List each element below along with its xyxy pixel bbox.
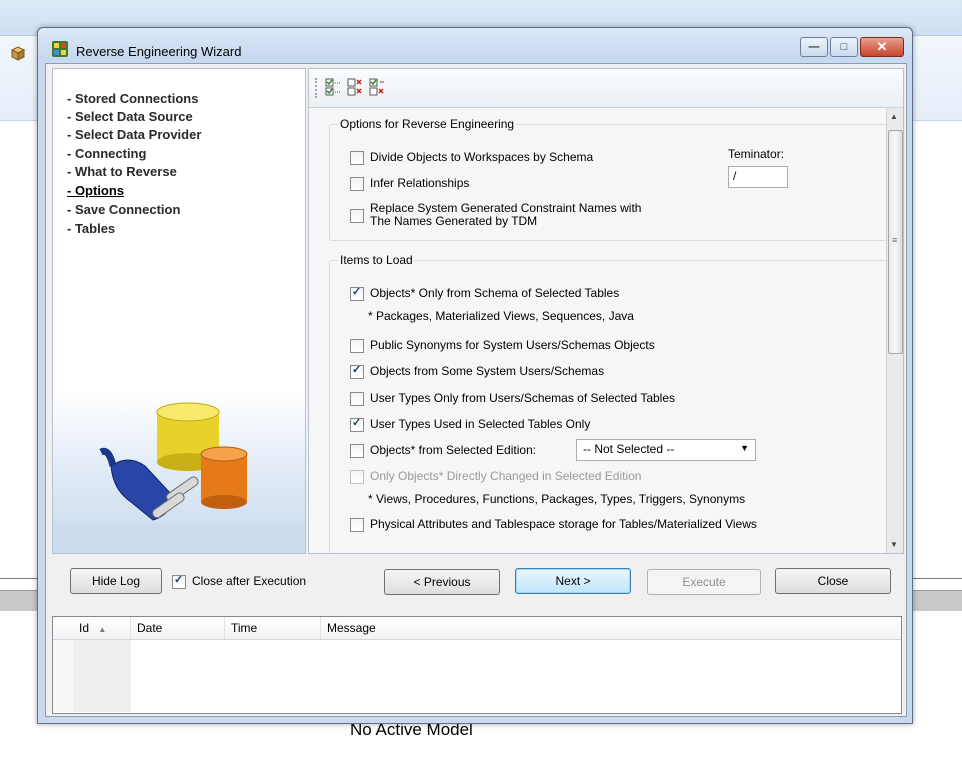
check-all-icon[interactable] <box>325 78 341 96</box>
user-types-only-box[interactable] <box>350 392 364 406</box>
log-col-id-label: Id <box>79 621 90 635</box>
items-group-label: Items to Load <box>338 253 415 267</box>
cube-icon[interactable] <box>8 44 28 62</box>
terminator-label: Teminator: <box>728 147 785 161</box>
objects-edition-box[interactable] <box>350 444 364 458</box>
chevron-down-icon: ▼ <box>740 443 749 453</box>
scroll-up-icon[interactable]: ▲ <box>890 112 898 121</box>
edition-select-value: -- Not Selected -- <box>583 442 675 456</box>
infer-relationships-label: Infer Relationships <box>370 176 470 190</box>
replace-names-label: Replace System Generated Constraint Name… <box>370 202 641 228</box>
log-id-column <box>73 640 131 712</box>
close-after-execution-checkbox[interactable]: Close after Execution <box>172 574 307 589</box>
scroll-down-icon[interactable]: ▼ <box>890 540 898 549</box>
user-types-used-checkbox[interactable]: User Types Used in Selected Tables Only <box>350 417 591 432</box>
objects-schema-label: Objects* Only from Schema of Selected Ta… <box>370 286 620 300</box>
log-col-date[interactable]: Date <box>131 617 225 639</box>
objects-system-checkbox[interactable]: Objects from Some System Users/Schemas <box>350 364 605 379</box>
options-group: Options for Reverse Engineering Divide O… <box>329 117 887 241</box>
wizard-steps-panel: - Stored Connections - Select Data Sourc… <box>52 68 306 554</box>
close-after-execution-label: Close after Execution <box>192 574 307 588</box>
options-group-label: Options for Reverse Engineering <box>338 117 517 131</box>
user-types-only-checkbox[interactable]: User Types Only from Users/Schemas of Se… <box>350 392 675 406</box>
dialog-titlebar[interactable]: Reverse Engineering Wizard — □ ✕ <box>38 28 912 60</box>
objects-edition-checkbox[interactable]: Objects* from Selected Edition: <box>350 444 536 458</box>
close-button[interactable]: Close <box>775 568 891 594</box>
hide-log-button[interactable]: Hide Log <box>70 568 162 594</box>
edition-note: * Views, Procedures, Functions, Packages… <box>368 492 746 506</box>
public-synonyms-label: Public Synonyms for System Users/Schemas… <box>370 338 655 352</box>
public-synonyms-box[interactable] <box>350 339 364 353</box>
uncheck-all-icon[interactable] <box>347 78 363 96</box>
objects-system-label: Objects from Some System Users/Schemas <box>370 364 605 378</box>
log-row-header <box>53 640 73 712</box>
log-col-time[interactable]: Time <box>225 617 321 639</box>
infer-relationships-checkbox[interactable]: Infer Relationships <box>350 177 469 191</box>
log-col-message[interactable]: Message <box>321 617 901 639</box>
wizard-app-icon <box>52 41 68 57</box>
objects-edition-label: Objects* from Selected Edition: <box>370 443 537 457</box>
objects-system-box[interactable] <box>350 364 364 379</box>
scroll-thumb[interactable]: ≡ <box>888 130 903 354</box>
infer-relationships-box[interactable] <box>350 177 364 191</box>
close-icon: ✕ <box>876 39 888 54</box>
terminator-input[interactable]: / <box>728 166 788 188</box>
user-types-only-label: User Types Only from Users/Schemas of Se… <box>370 391 676 405</box>
nav-step-save-connection[interactable]: - Save Connection <box>67 202 180 217</box>
dialog-client: - Stored Connections - Select Data Sourc… <box>45 63 907 717</box>
user-types-used-label: User Types Used in Selected Tables Only <box>370 417 591 431</box>
nav-step-connecting[interactable]: - Connecting <box>67 146 146 161</box>
replace-names-line2: The Names Generated by TDM <box>370 214 538 228</box>
nav-step-tables[interactable]: - Tables <box>67 221 115 236</box>
previous-button[interactable]: < Previous <box>384 569 500 595</box>
physical-attrs-checkbox[interactable]: Physical Attributes and Tablespace stora… <box>350 518 757 532</box>
log-header: Id ▲ Date Time Message <box>53 617 901 640</box>
reverse-engineering-dialog: Reverse Engineering Wizard — □ ✕ - Store… <box>37 27 913 724</box>
close-window-button[interactable]: ✕ <box>860 37 904 57</box>
physical-attrs-label: Physical Attributes and Tablespace stora… <box>370 517 757 531</box>
items-to-load-group: Items to Load Objects* Only from Schema … <box>329 253 887 553</box>
maximize-icon: □ <box>840 41 848 53</box>
replace-names-checkbox[interactable]: Replace System Generated Constraint Name… <box>350 202 641 228</box>
minimize-button[interactable]: — <box>800 37 828 57</box>
edition-select[interactable]: -- Not Selected -- ▼ <box>576 439 756 461</box>
execute-button[interactable]: Execute <box>647 569 761 595</box>
nav-step-select-data-source[interactable]: - Select Data Source <box>67 109 193 124</box>
log-grid[interactable]: Id ▲ Date Time Message <box>52 616 902 714</box>
log-col-id[interactable]: Id ▲ <box>73 617 131 639</box>
objects-schema-note: * Packages, Materialized Views, Sequence… <box>368 309 634 323</box>
minimize-icon: — <box>808 41 820 53</box>
only-objects-changed-checkbox[interactable]: Only Objects* Directly Changed in Select… <box>350 470 641 484</box>
divide-objects-checkbox[interactable]: Divide Objects to Workspaces by Schema <box>350 151 593 165</box>
objects-schema-box[interactable] <box>350 286 364 301</box>
database-plug-illustration <box>53 394 305 553</box>
only-objects-changed-box[interactable] <box>350 470 364 484</box>
options-vertical-scrollbar[interactable]: ▲ ≡ ▼ <box>886 108 903 553</box>
toolbar-grip[interactable] <box>315 78 319 98</box>
physical-attrs-box[interactable] <box>350 518 364 532</box>
database-connection-icon <box>53 402 305 553</box>
divide-objects-box[interactable] <box>350 151 364 165</box>
divide-objects-label: Divide Objects to Workspaces by Schema <box>370 150 594 164</box>
options-scroll-area[interactable]: Options for Reverse Engineering Divide O… <box>309 108 887 553</box>
public-synonyms-checkbox[interactable]: Public Synonyms for System Users/Schemas… <box>350 339 655 353</box>
replace-names-line1: Replace System Generated Constraint Name… <box>370 201 642 215</box>
invert-selection-icon[interactable] <box>369 78 385 96</box>
maximize-button[interactable]: □ <box>830 37 858 57</box>
objects-schema-checkbox[interactable]: Objects* Only from Schema of Selected Ta… <box>350 286 620 301</box>
options-panel: Options for Reverse Engineering Divide O… <box>308 68 904 554</box>
nav-step-what-to-reverse[interactable]: - What to Reverse <box>67 164 177 179</box>
user-types-used-box[interactable] <box>350 417 364 432</box>
replace-names-box[interactable] <box>350 209 364 223</box>
dialog-title: Reverse Engineering Wizard <box>76 44 242 59</box>
only-objects-changed-label: Only Objects* Directly Changed in Select… <box>370 469 642 483</box>
close-after-execution-box[interactable] <box>172 574 186 589</box>
grip-icon: ≡ <box>892 235 898 245</box>
options-toolbar <box>309 69 903 108</box>
nav-step-stored-connections[interactable]: - Stored Connections <box>67 91 198 106</box>
next-button[interactable]: Next > <box>515 568 631 594</box>
sort-asc-icon: ▲ <box>98 625 107 634</box>
nav-step-select-data-provider[interactable]: - Select Data Provider <box>67 127 201 142</box>
nav-step-options[interactable]: - Options <box>67 183 124 198</box>
